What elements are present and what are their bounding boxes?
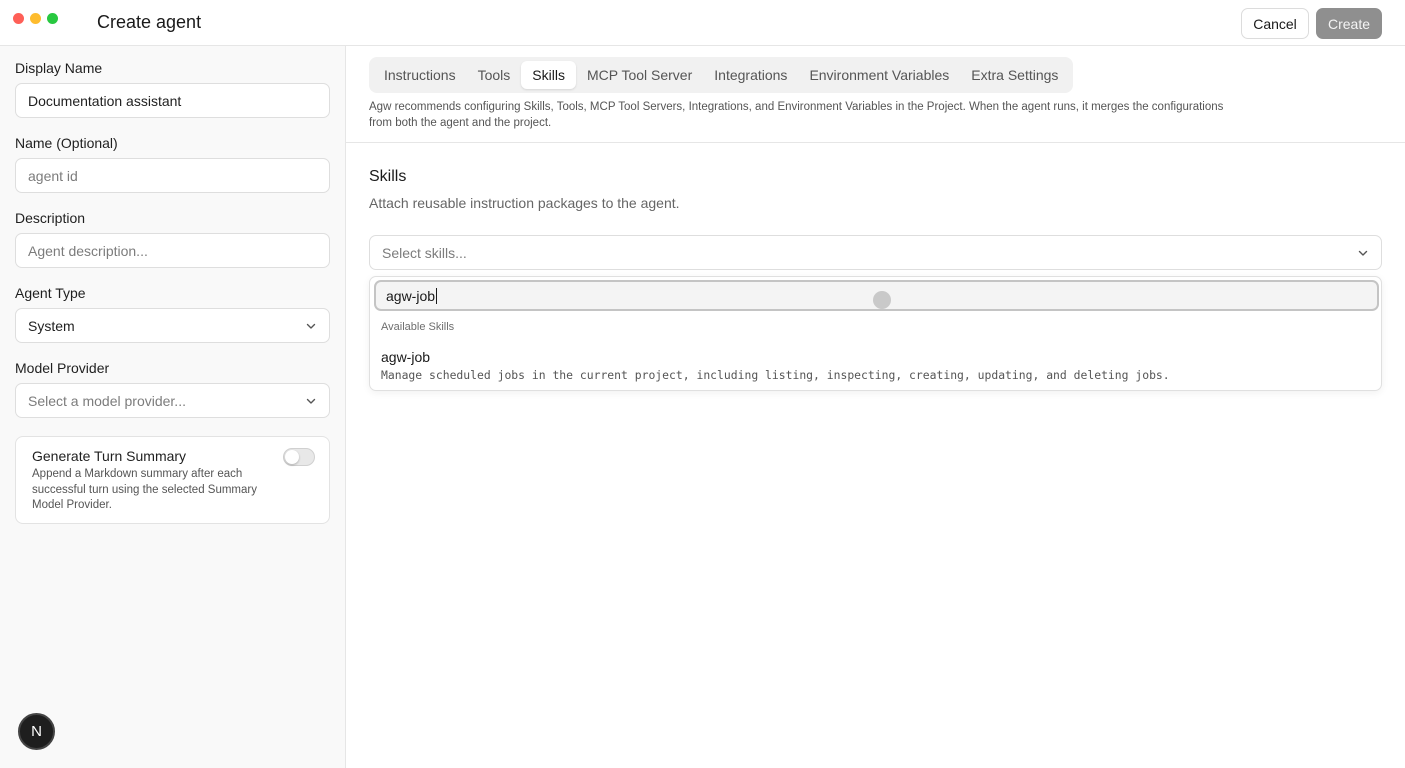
display-name-label: Display Name [15, 60, 103, 76]
tab-mcp-tool-server[interactable]: MCP Tool Server [576, 61, 703, 89]
skills-title: Skills [369, 168, 407, 185]
mouse-cursor-icon [873, 291, 891, 309]
skill-option-description: Manage scheduled jobs in the current pro… [381, 368, 1170, 382]
agent-type-label: Agent Type [15, 285, 86, 301]
available-skills-label: Available Skills [381, 321, 455, 333]
tab-instructions[interactable]: Instructions [373, 61, 467, 89]
tab-skills[interactable]: Skills [521, 61, 576, 89]
skills-search-input[interactable]: agw-job [374, 280, 1379, 311]
chevron-down-icon [306, 323, 316, 329]
cancel-button[interactable]: Cancel [1241, 8, 1309, 39]
tab-extra-settings[interactable]: Extra Settings [960, 61, 1069, 89]
description-label: Description [15, 210, 86, 226]
config-tabs: Instructions Tools Skills MCP Tool Serve… [369, 57, 1074, 93]
name-input[interactable]: agent id [15, 158, 330, 193]
minimize-window-button[interactable] [30, 13, 41, 24]
skills-select[interactable]: Select skills... [369, 235, 1382, 270]
turn-summary-description: Append a Markdown summary after each suc… [32, 468, 257, 511]
model-provider-label: Model Provider [15, 360, 110, 376]
agent-config-panel: Instructions Tools Skills MCP Tool Serve… [346, 46, 1405, 768]
config-info-text: Agw recommends configuring Skills, Tools… [369, 101, 1224, 129]
page-title: Create agent [97, 12, 202, 32]
title-bar: Create agent Cancel Create [0, 0, 1405, 46]
toggle-knob [285, 450, 299, 464]
agent-type-value: System [28, 317, 75, 334]
description-placeholder: Agent description... [28, 242, 148, 259]
chevron-down-icon [306, 398, 316, 404]
zoom-window-button[interactable] [47, 13, 58, 24]
description-input[interactable]: Agent description... [15, 233, 330, 268]
create-button[interactable]: Create [1316, 8, 1382, 39]
tab-tools[interactable]: Tools [467, 61, 522, 89]
close-window-button[interactable] [13, 13, 24, 24]
skills-search-value: agw-job [386, 287, 436, 304]
chevron-down-icon [1358, 250, 1368, 256]
text-caret [436, 287, 438, 304]
tab-environment-variables[interactable]: Environment Variables [798, 61, 960, 89]
agent-type-select[interactable]: System [15, 308, 330, 343]
turn-summary-card: Generate Turn Summary Append a Markdown … [15, 436, 330, 524]
skill-option-name[interactable]: agw-job [381, 349, 430, 365]
tab-integrations[interactable]: Integrations [703, 61, 798, 89]
turn-summary-toggle[interactable] [283, 448, 315, 466]
skills-select-placeholder: Select skills... [382, 244, 467, 261]
model-provider-select[interactable]: Select a model provider... [15, 383, 330, 418]
turn-summary-title: Generate Turn Summary [32, 448, 187, 464]
name-placeholder: agent id [28, 167, 78, 184]
agent-details-panel: Display Name Documentation assistant Nam… [0, 46, 346, 768]
model-provider-placeholder: Select a model provider... [28, 392, 186, 409]
display-name-input[interactable]: Documentation assistant [15, 83, 330, 118]
skills-subtitle: Attach reusable instruction packages to … [369, 195, 680, 211]
divider [346, 142, 1405, 143]
name-label: Name (Optional) [15, 135, 118, 151]
avatar[interactable]: N [18, 713, 55, 750]
skills-dropdown: agw-job Available Skills agw-job Manage … [369, 276, 1382, 391]
display-name-value: Documentation assistant [28, 92, 182, 109]
